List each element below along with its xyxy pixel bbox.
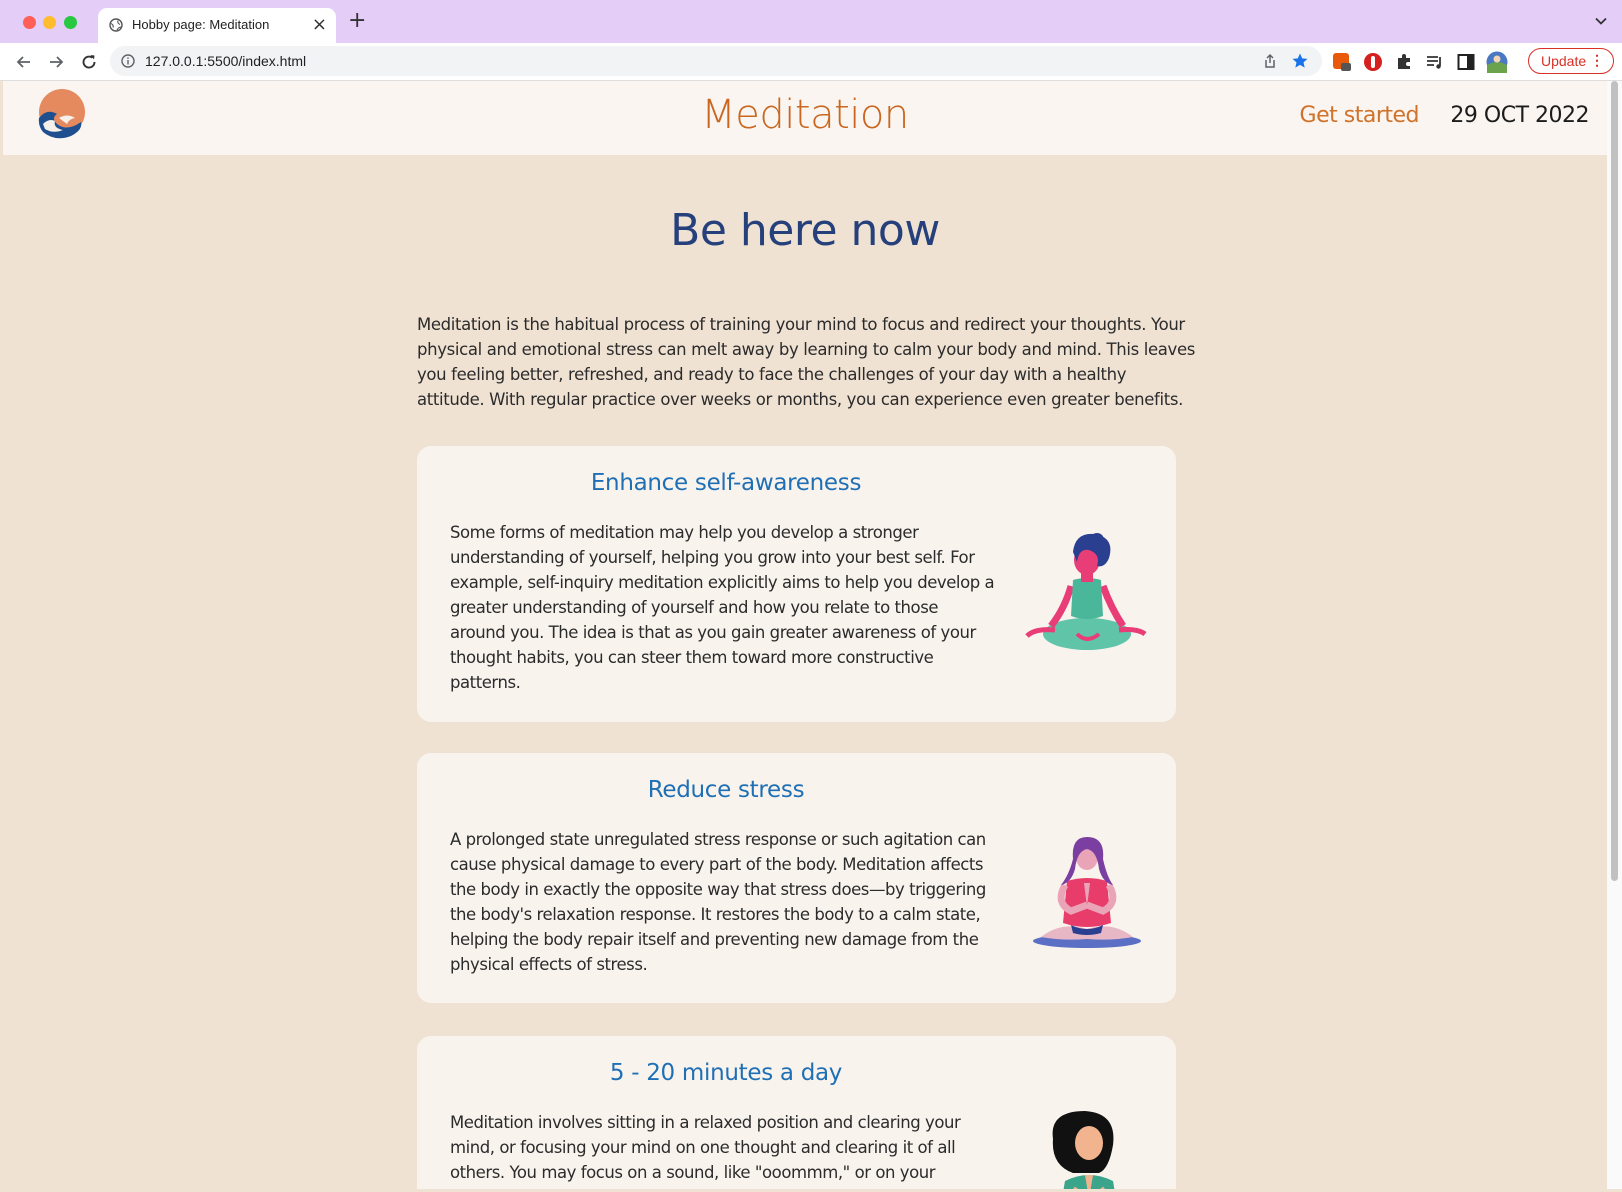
- media-queue-icon[interactable]: [1425, 52, 1445, 72]
- benefit-card-reduce-stress: Reduce stress A prolonged state unregula…: [417, 753, 1176, 1003]
- profile-avatar-icon[interactable]: [1486, 51, 1508, 73]
- window-minimize-button[interactable]: [43, 16, 56, 29]
- page-scrollbar[interactable]: [1607, 81, 1622, 1189]
- browser-tab[interactable]: Hobby page: Meditation ×: [98, 8, 336, 43]
- card-body: Meditation involves sitting in a relaxed…: [450, 1113, 961, 1182]
- update-label: Update: [1541, 53, 1587, 69]
- window-maximize-button[interactable]: [64, 16, 77, 29]
- scrollbar-thumb[interactable]: [1611, 81, 1618, 881]
- share-icon[interactable]: [1262, 53, 1278, 69]
- reload-icon[interactable]: [79, 52, 99, 72]
- menu-kebab-icon[interactable]: ⋮: [1590, 52, 1604, 69]
- side-panel-icon[interactable]: [1456, 52, 1476, 72]
- browser-toolbar: 127.0.0.1:5500/index.html Update ⋮: [0, 43, 1622, 81]
- window-close-button[interactable]: [23, 16, 36, 29]
- card-title: Enhance self-awareness: [590, 470, 862, 496]
- forward-arrow-icon[interactable]: [46, 52, 66, 72]
- meditating-woman-lotus-icon: [1025, 533, 1147, 650]
- globe-icon: [109, 18, 123, 32]
- address-bar[interactable]: 127.0.0.1:5500/index.html: [110, 46, 1322, 76]
- intro-paragraph: Meditation is the habitual process of tr…: [417, 315, 1196, 409]
- page-viewport: Meditation Get started 29 OCT 2022 Be he…: [3, 81, 1607, 1189]
- back-arrow-icon[interactable]: [14, 52, 34, 72]
- tab-close-icon[interactable]: ×: [312, 15, 327, 35]
- benefit-card-minutes-a-day: 5 - 20 minutes a day Meditation involves…: [417, 1036, 1176, 1189]
- benefit-card-self-awareness: Enhance self-awareness Some forms of med…: [417, 446, 1176, 722]
- header-date: 29 OCT 2022: [1450, 103, 1589, 128]
- extension-tagger-icon[interactable]: [1332, 52, 1352, 72]
- extension-adblock-icon[interactable]: [1363, 52, 1383, 72]
- new-tab-button[interactable]: +: [348, 10, 366, 32]
- update-button[interactable]: Update ⋮: [1528, 48, 1614, 74]
- browser-window: Hobby page: Meditation × + 127.0.0.1:550…: [0, 0, 1622, 1192]
- tab-title: Hobby page: Meditation: [132, 17, 270, 32]
- tab-strip: Hobby page: Meditation × +: [0, 0, 1622, 43]
- card-title: Reduce stress: [647, 777, 805, 803]
- info-icon[interactable]: [121, 54, 135, 68]
- puzzle-extensions-icon[interactable]: [1394, 52, 1414, 72]
- bookmark-star-icon[interactable]: [1291, 52, 1309, 70]
- card-body: A prolonged state unregulated stress res…: [450, 830, 986, 974]
- site-header: Meditation Get started 29 OCT 2022: [3, 81, 1607, 155]
- get-started-link[interactable]: Get started: [1300, 103, 1420, 128]
- woman-namaste-icon: [1052, 1111, 1115, 1189]
- praying-woman-lotus-icon: [1033, 837, 1141, 948]
- url-text: 127.0.0.1:5500/index.html: [145, 53, 307, 69]
- hero-heading: Be here now: [670, 205, 940, 256]
- card-body: Some forms of meditation may help you de…: [450, 523, 995, 692]
- card-title: 5 - 20 minutes a day: [609, 1060, 843, 1086]
- chevron-down-icon[interactable]: [1594, 14, 1608, 28]
